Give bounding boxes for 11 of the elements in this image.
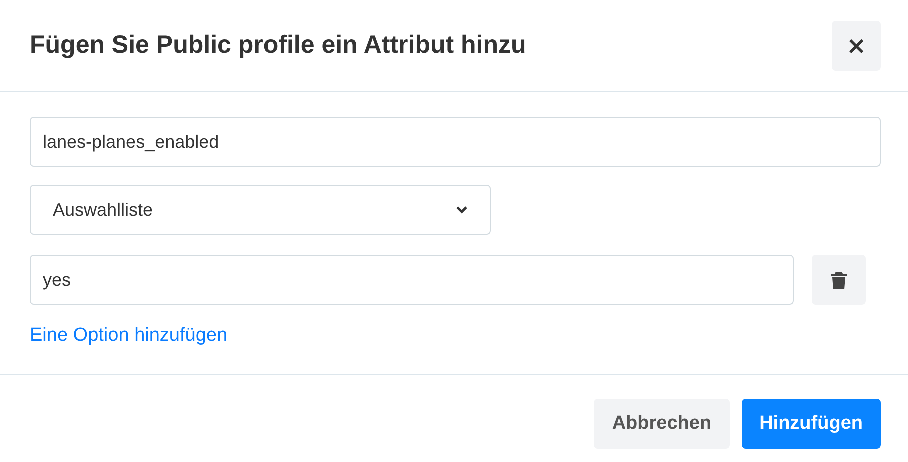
dialog-title: Fügen Sie Public profile ein Attribut hinzu xyxy=(30,31,526,60)
cancel-button[interactable]: Abbrechen xyxy=(594,399,730,449)
close-button[interactable]: × xyxy=(832,20,881,70)
add-button[interactable]: Hinzufügen xyxy=(742,399,881,449)
option-field[interactable]: yes xyxy=(30,255,794,305)
type-select[interactable]: Auswahlliste xyxy=(30,185,491,235)
delete-button[interactable] xyxy=(812,255,866,305)
trash-icon xyxy=(831,270,847,290)
add-option-link[interactable]: Eine Option hinzufügen xyxy=(30,325,228,347)
name-field[interactable]: lanes-planes_enabled xyxy=(30,117,881,167)
chevron-down-icon xyxy=(456,206,468,214)
